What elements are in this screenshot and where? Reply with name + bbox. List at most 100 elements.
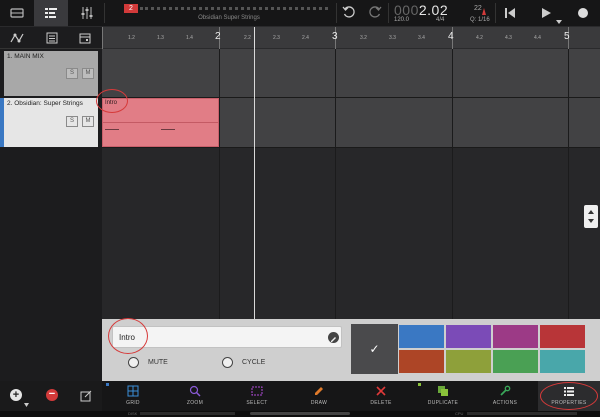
properties-tool[interactable]: PROPERTIES	[538, 381, 600, 411]
mute-radio[interactable]	[128, 357, 139, 368]
bar-label: 4	[448, 31, 454, 42]
color-swatch-blue[interactable]	[398, 324, 445, 349]
cpu-meter	[467, 412, 577, 415]
curve-icon[interactable]	[10, 31, 24, 50]
solo-button[interactable]: S	[66, 68, 78, 79]
mute-button[interactable]: M	[82, 116, 94, 127]
grid-icon	[102, 384, 164, 398]
calendar-icon[interactable]	[78, 31, 92, 50]
edit-toolbar: GRID ZOOM SELECT DRAW DELETE DUPLICATE A…	[102, 381, 600, 411]
pencil-icon	[288, 384, 350, 398]
select-icon	[226, 384, 288, 398]
beat-label: 2.3	[273, 35, 280, 41]
metronome-icon[interactable]	[480, 3, 488, 21]
lane-main-mix[interactable]	[102, 49, 600, 97]
position-counter[interactable]: 0002.02 22 120.0 4/4 Q: 1/16	[390, 0, 494, 26]
disk-label: DISK	[128, 411, 138, 416]
track-tools-row	[0, 27, 102, 49]
solo-button[interactable]: S	[66, 116, 78, 127]
beat-label: 4.2	[476, 35, 483, 41]
cpu-label: CPU	[455, 411, 464, 416]
beat-label: 2.2	[244, 35, 251, 41]
tool-label: GRID	[126, 400, 140, 406]
beat-label: 1.2	[128, 35, 135, 41]
note-bar	[161, 129, 175, 130]
tool-label: DRAW	[310, 400, 328, 406]
zoom-tool[interactable]: ZOOM	[164, 381, 226, 411]
cycle-radio[interactable]	[222, 357, 233, 368]
zoom-icon	[164, 384, 226, 398]
eq-sliders-icon[interactable]	[70, 0, 104, 26]
tempo-value: 120.0	[394, 17, 410, 23]
select-tool[interactable]: SELECT	[226, 381, 288, 411]
chevron-down-icon[interactable]	[24, 394, 29, 412]
edit-track-icon[interactable]	[80, 389, 92, 407]
wrench-icon	[474, 384, 536, 398]
add-track-button[interactable]: +	[10, 389, 22, 401]
color-swatch-olive[interactable]	[445, 349, 492, 374]
annotation-circle	[540, 382, 598, 410]
color-swatch-teal[interactable]	[539, 349, 586, 374]
track-header-main-mix[interactable]: 1. MAIN MIX S M	[4, 51, 98, 96]
playhead[interactable]	[254, 49, 255, 319]
play-icon[interactable]	[539, 6, 553, 25]
beat-label: 2.4	[302, 35, 309, 41]
color-swatch-red[interactable]	[539, 324, 586, 349]
color-swatch-green[interactable]	[492, 349, 539, 374]
timeline-ruler[interactable]: 1.2 1.3 1.4 2 2.2 2.3 2.4 3 3.2 3.3 3.4 …	[102, 27, 600, 49]
bar-label: 2	[215, 31, 221, 42]
status-strip: DISK CPU	[0, 411, 600, 417]
list-icon[interactable]	[45, 31, 59, 50]
actions-tool[interactable]: ACTIONS	[474, 381, 536, 411]
time-signature: 4/4	[436, 17, 445, 23]
track-actions-bar: + −	[0, 381, 102, 411]
annotation-circle	[108, 318, 148, 354]
beat-label: 4.3	[505, 35, 512, 41]
beat-label: 1.4	[186, 35, 193, 41]
tool-label: DELETE	[370, 400, 392, 406]
mini-timeline[interactable]: 2 Obsidian Super Strings	[124, 3, 334, 23]
beat-label: 4.4	[534, 35, 541, 41]
cycle-label: CYCLE	[242, 359, 266, 366]
mute-button[interactable]: M	[82, 68, 94, 79]
color-swatch-purple[interactable]	[445, 324, 492, 349]
color-swatch-magenta[interactable]	[492, 324, 539, 349]
skip-back-icon[interactable]	[503, 6, 517, 25]
duplicate-tool[interactable]: DUPLICATE	[412, 381, 474, 411]
clip-properties-panel: Intro MUTE CYCLE ✓	[102, 318, 600, 381]
annotation-circle	[96, 89, 128, 113]
track-header-super-strings[interactable]: 2. Obsidian: Super Strings S M	[4, 98, 98, 147]
edit-pencil-icon[interactable]	[328, 332, 339, 343]
undo-icon[interactable]	[342, 5, 356, 24]
home-indicator	[250, 412, 350, 415]
disk-meter	[140, 412, 235, 415]
vertical-zoom-stepper[interactable]	[584, 205, 598, 228]
beat-label: 3.3	[389, 35, 396, 41]
delete-icon	[350, 384, 412, 398]
locator-marker[interactable]: 2	[124, 4, 138, 13]
mute-label: MUTE	[148, 359, 168, 366]
record-icon[interactable]	[576, 6, 590, 25]
playhead-ruler[interactable]	[254, 27, 255, 49]
counter-prefix: 000	[394, 2, 419, 18]
redo-icon[interactable]	[368, 5, 382, 24]
delete-tool[interactable]: DELETE	[350, 381, 412, 411]
tracks-view-icon[interactable]	[34, 0, 68, 26]
mixer-icon[interactable]	[0, 0, 34, 26]
track-label: 2. Obsidian: Super Strings	[7, 100, 83, 107]
arrangement-area[interactable]: Intro	[96, 49, 600, 319]
draw-tool[interactable]: DRAW	[288, 381, 350, 411]
beat-label: 1.3	[157, 35, 164, 41]
selected-track-name: Obsidian Super Strings	[198, 15, 260, 21]
remove-track-button[interactable]: −	[46, 389, 58, 401]
bar-label: 3	[332, 31, 338, 42]
note-bar	[105, 129, 119, 130]
color-swatch-orange[interactable]	[398, 349, 445, 374]
color-confirm-button[interactable]: ✓	[351, 324, 398, 374]
tool-label: SELECT	[246, 400, 268, 406]
duplicate-icon	[412, 384, 474, 398]
bar-label: 5	[564, 31, 570, 42]
beat-label: 3.4	[418, 35, 425, 41]
grid-tool[interactable]: GRID	[102, 381, 164, 411]
track-label: 1. MAIN MIX	[7, 53, 44, 60]
